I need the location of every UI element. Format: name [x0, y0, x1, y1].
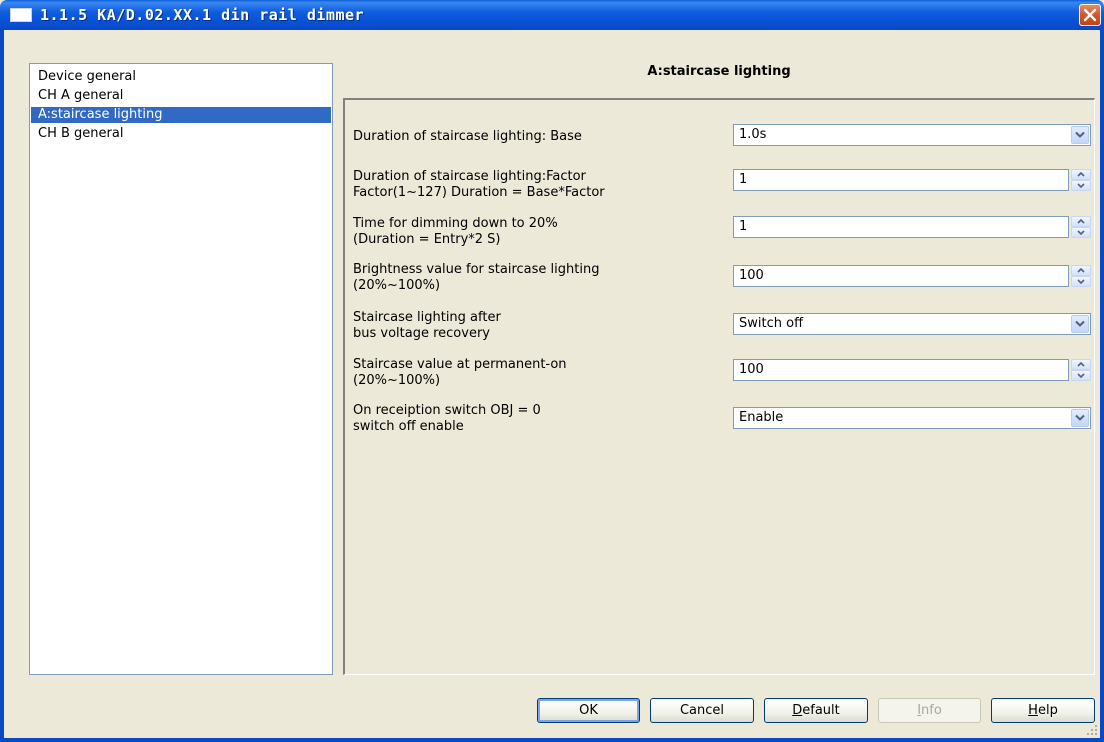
help-mnemonic: H	[1028, 703, 1038, 718]
param-label-switch-off: On receiption switch OBJ = 0 switch off …	[353, 403, 541, 435]
switch-off-enable-combo[interactable]: Enable	[733, 407, 1091, 429]
info-label: nfo	[921, 703, 942, 718]
duration-base-combo[interactable]: 1.0s	[733, 124, 1091, 146]
spin-down-button[interactable]	[1071, 180, 1091, 191]
tree-item-ch-b-general[interactable]: CH B general	[31, 126, 331, 142]
duration-factor-input[interactable]: 1	[733, 169, 1069, 191]
spin-up-icon	[1077, 268, 1085, 273]
tree-item-ch-a-general[interactable]: CH A general	[31, 88, 331, 104]
param-label-line: (Duration = Entry*2 S)	[353, 232, 501, 247]
spin-value: 100	[739, 268, 764, 283]
param-label-line: Time for dimming down to 20%	[353, 216, 558, 231]
parameter-tree[interactable]: Device general CH A general A:staircase …	[29, 63, 333, 675]
param-label-base: Duration of staircase lighting: Base	[353, 129, 582, 145]
chevron-down-icon	[1075, 414, 1085, 421]
param-label-line: Duration of staircase lighting:Factor	[353, 169, 586, 184]
brightness-spinner[interactable]	[1071, 265, 1091, 287]
spin-down-icon	[1077, 279, 1085, 284]
spin-down-button[interactable]	[1071, 370, 1091, 381]
dropdown-button[interactable]	[1071, 126, 1089, 144]
spin-down-icon	[1077, 373, 1085, 378]
param-label-line: switch off enable	[353, 419, 464, 434]
resize-grip-icon[interactable]	[1086, 724, 1098, 736]
spin-up-button[interactable]	[1071, 359, 1091, 370]
spin-down-button[interactable]	[1071, 276, 1091, 287]
tree-item-a-staircase-lighting[interactable]: A:staircase lighting	[31, 107, 331, 123]
window-icon	[10, 8, 32, 22]
param-label-line: bus voltage recovery	[353, 326, 490, 341]
spin-up-icon	[1077, 219, 1085, 224]
dropdown-button[interactable]	[1071, 409, 1089, 427]
param-label-line: On receiption switch OBJ = 0	[353, 403, 541, 418]
section-title: A:staircase lighting	[647, 64, 791, 79]
param-label-line: Staircase lighting after	[353, 310, 501, 325]
help-label: elp	[1037, 703, 1058, 718]
close-button[interactable]	[1079, 4, 1101, 26]
chevron-down-icon	[1075, 320, 1085, 327]
spin-value: 1	[739, 172, 748, 187]
combo-value: Enable	[739, 410, 784, 425]
spin-up-button[interactable]	[1071, 169, 1091, 180]
permanent-on-spinner[interactable]	[1071, 359, 1091, 381]
param-label-line: Brightness value for staircase lighting	[353, 262, 600, 277]
window-title: 1.1.5 KA/D.02.XX.1 din rail dimmer	[40, 6, 365, 24]
dimming-time-spinner[interactable]	[1071, 216, 1091, 238]
param-label-permanent-on: Staircase value at permanent-on (20%~100…	[353, 357, 567, 389]
spin-value: 100	[739, 362, 764, 377]
param-label-bus-recovery: Staircase lighting after bus voltage rec…	[353, 310, 501, 342]
param-label-line: Duration of staircase lighting: Base	[353, 129, 582, 144]
brightness-input[interactable]: 100	[733, 265, 1069, 287]
dropdown-button[interactable]	[1071, 315, 1089, 333]
chevron-down-icon	[1075, 131, 1085, 138]
spin-down-icon	[1077, 183, 1085, 188]
dimming-time-input[interactable]: 1	[733, 216, 1069, 238]
spin-up-icon	[1077, 172, 1085, 177]
spin-up-icon	[1077, 362, 1085, 367]
default-label: efault	[802, 703, 840, 718]
combo-value: 1.0s	[739, 127, 767, 142]
default-mnemonic: D	[792, 703, 803, 718]
spin-down-button[interactable]	[1071, 227, 1091, 238]
ok-button[interactable]: OK	[537, 698, 640, 723]
default-button[interactable]: Default	[764, 698, 868, 723]
help-button[interactable]: Help	[991, 698, 1095, 723]
info-button: Info	[878, 698, 981, 723]
spin-up-button[interactable]	[1071, 265, 1091, 276]
spin-down-icon	[1077, 230, 1085, 235]
title-bar[interactable]: 1.1.5 KA/D.02.XX.1 din rail dimmer	[0, 0, 1104, 30]
combo-value: Switch off	[739, 316, 804, 331]
param-label-brightness: Brightness value for staircase lighting …	[353, 262, 599, 294]
tree-item-device-general[interactable]: Device general	[31, 69, 331, 85]
param-label-line: Staircase value at permanent-on	[353, 357, 567, 372]
param-label-factor: Duration of staircase lighting:Factor Fa…	[353, 169, 605, 201]
cancel-button[interactable]: Cancel	[650, 698, 754, 723]
close-icon	[1083, 8, 1097, 22]
param-label-line: (20%~100%)	[353, 278, 441, 293]
permanent-on-input[interactable]: 100	[733, 359, 1069, 381]
spin-up-button[interactable]	[1071, 216, 1091, 227]
duration-factor-spinner[interactable]	[1071, 169, 1091, 191]
param-label-line: Factor(1~127) Duration = Base*Factor	[353, 185, 605, 200]
spin-value: 1	[739, 219, 748, 234]
param-label-dimming-time: Time for dimming down to 20% (Duration =…	[353, 216, 558, 248]
bus-recovery-combo[interactable]: Switch off	[733, 313, 1091, 335]
param-label-line: (20%~100%)	[353, 373, 441, 388]
